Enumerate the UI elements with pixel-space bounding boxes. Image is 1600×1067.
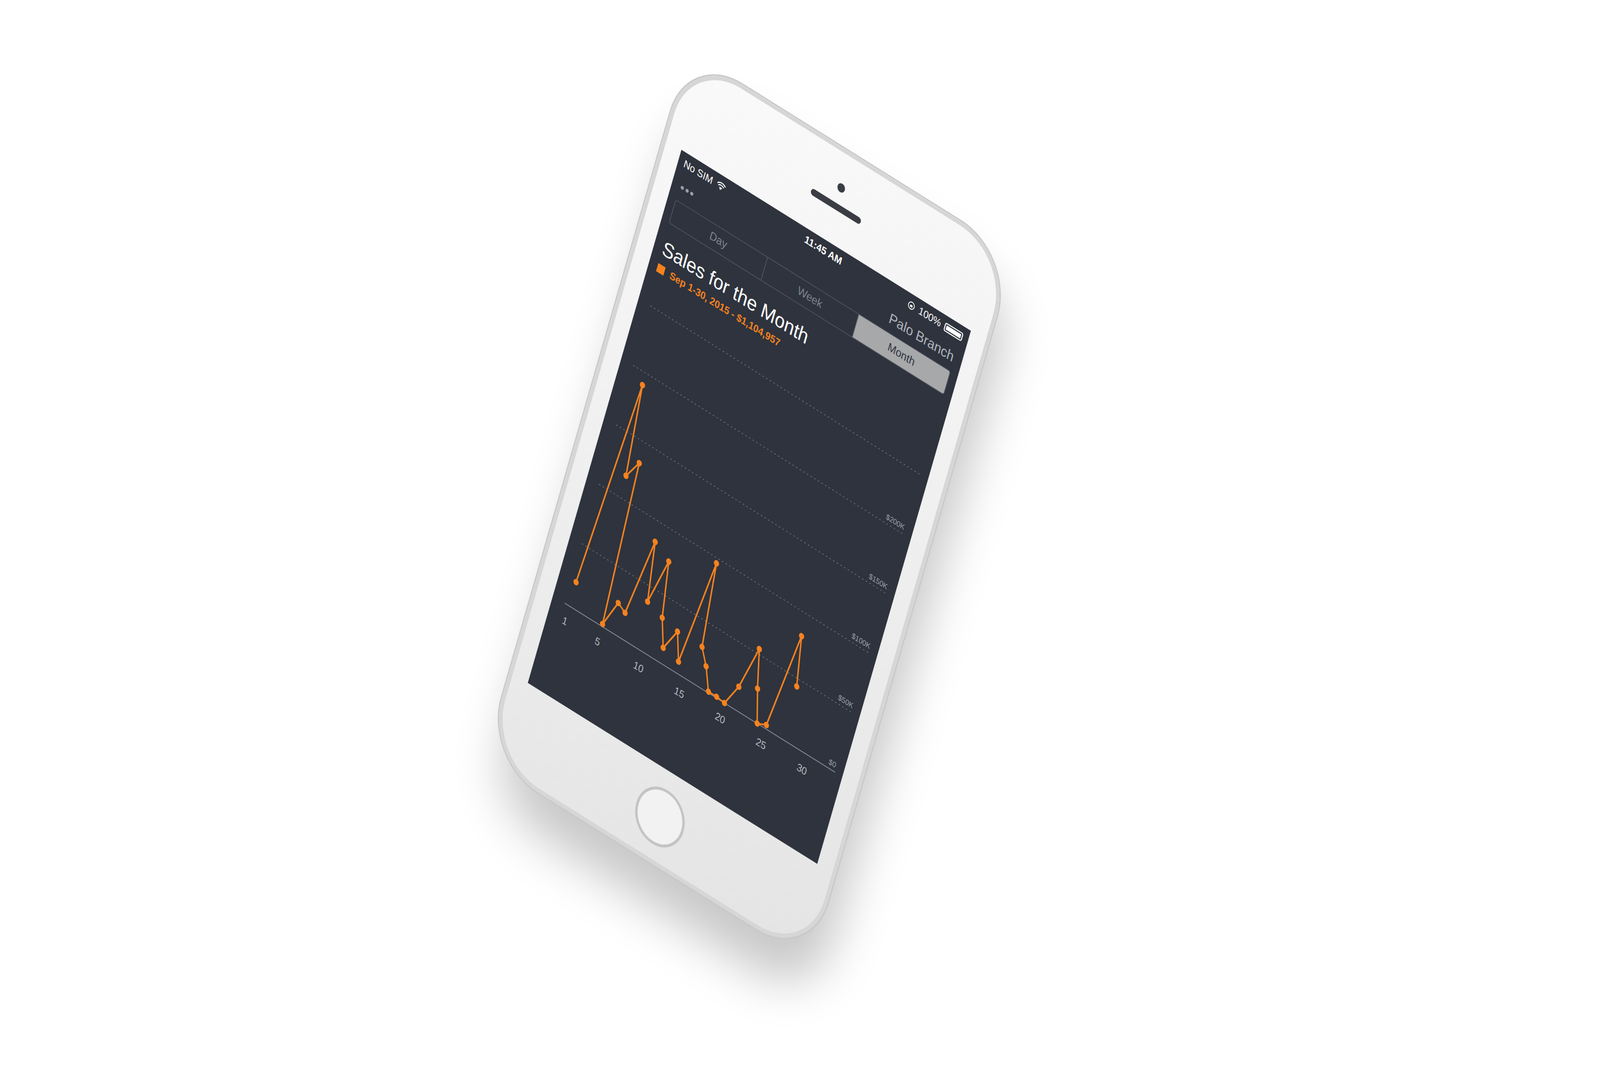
data-point[interactable] [599,619,606,628]
battery-icon [943,322,964,342]
grid-line [581,543,853,713]
home-button[interactable] [628,775,692,859]
camera-icon [836,181,846,195]
data-point[interactable] [721,698,728,708]
data-point[interactable] [705,686,712,696]
grid-line [564,603,836,773]
status-left: No SIM [682,157,807,245]
x-tick: 25 [754,734,768,752]
data-point[interactable] [665,556,672,566]
chart: $0$50K$100K$150K$200K151015202530 [528,267,938,864]
battery-percent: 100% [917,304,943,330]
legend-swatch [656,262,666,276]
data-point[interactable] [638,380,646,390]
data-point[interactable] [674,627,681,636]
rotation-lock-icon [906,299,917,312]
menu-button[interactable]: ••• [678,179,697,203]
data-point[interactable] [614,598,622,607]
phone: No SIM 11:45 AM 100% ••• Palo Branch Day… [484,51,1015,963]
x-tick: 20 [713,709,727,726]
data-point[interactable] [798,631,805,640]
data-point[interactable] [753,718,760,728]
line-chart: $0$50K$100K$150K$200K151015202530 [534,267,937,839]
data-point[interactable] [658,613,666,622]
data-point[interactable] [756,644,763,653]
data-point[interactable] [713,692,720,701]
data-point[interactable] [659,643,667,652]
battery-fill [945,325,962,339]
data-point[interactable] [763,720,770,730]
page: No SIM 11:45 AM 100% ••• Palo Branch Day… [0,0,1600,1067]
y-tick: $100K [850,630,872,651]
data-point[interactable] [754,684,761,693]
data-point[interactable] [735,682,742,691]
data-point[interactable] [793,682,800,691]
grid-line [598,484,870,654]
screen: No SIM 11:45 AM 100% ••• Palo Branch Day… [528,149,972,864]
speaker-icon [810,187,862,226]
chart-title: Sales for the Month [659,236,940,429]
y-tick: $50K [837,692,855,710]
data-point[interactable] [644,597,651,606]
x-tick: 15 [673,684,686,701]
x-tick: 1 [561,613,570,628]
data-point[interactable] [635,458,643,468]
x-tick: 30 [795,760,809,778]
y-tick: $0 [827,756,838,770]
data-point[interactable] [675,657,682,666]
grid-line [650,305,921,475]
y-tick: $200K [884,512,906,532]
grid-line [616,424,887,594]
y-tick: $150K [867,571,889,591]
series-line [569,379,847,739]
data-point[interactable] [702,661,710,671]
grid-line [633,365,904,535]
time: 11:45 AM [803,233,844,268]
x-tick: 5 [593,634,602,649]
data-point[interactable] [622,471,630,480]
data-point[interactable] [713,558,720,568]
data-point[interactable] [572,577,580,587]
data-point[interactable] [621,608,629,617]
data-point[interactable] [698,642,706,651]
data-point[interactable] [651,537,659,546]
wifi-icon [715,179,728,194]
x-tick: 10 [632,658,645,676]
